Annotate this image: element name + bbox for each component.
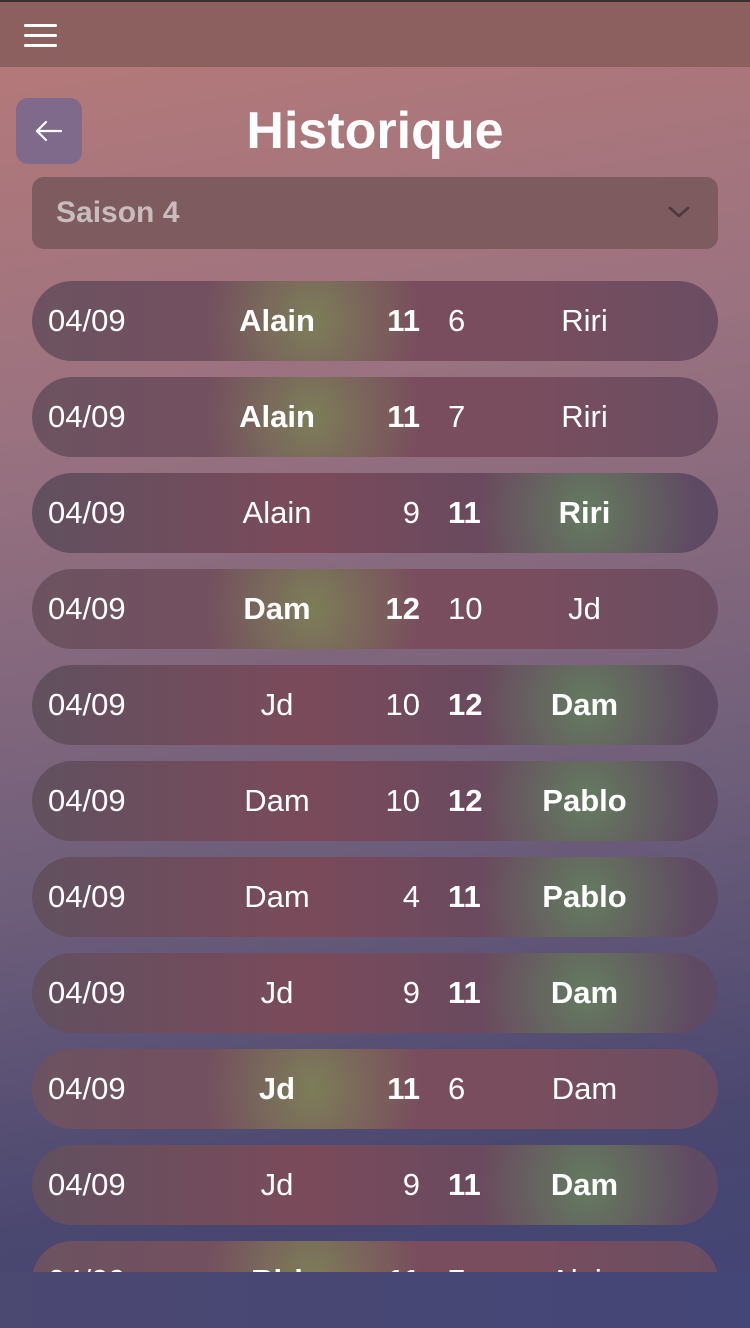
match-history-list[interactable]: 04/09 Alain 11 6 Riri 04/09 Alain 11 7 Riri 04/09 A… xyxy=(0,270,750,1272)
top-bar xyxy=(0,0,750,67)
player2-name: Riri xyxy=(561,303,608,338)
match-row[interactable]: 04/09 Jd 9 11 Dam xyxy=(32,1145,718,1225)
match-row[interactable]: 04/09Riri117Alain xyxy=(32,1241,718,1272)
match-date: 04/09 xyxy=(48,879,126,914)
player2-name: Alain xyxy=(492,1241,677,1272)
player2-name: Jd xyxy=(568,591,601,626)
page-title: Historique xyxy=(246,102,504,160)
player1-name: Dam xyxy=(244,783,310,818)
player1-name: Dam xyxy=(243,591,311,626)
player2-name: Dam xyxy=(550,975,619,1010)
player1-name: Jd xyxy=(258,1071,296,1106)
player1-score: 9 xyxy=(402,975,420,1010)
player1-score: 12 xyxy=(385,591,420,626)
player2-name: Dam xyxy=(550,687,619,722)
match-date: 04/09 xyxy=(48,1167,126,1202)
player2-name: Dam xyxy=(551,1071,618,1106)
player1-score: 9 xyxy=(402,495,420,530)
player2-name: Dam xyxy=(550,1167,619,1202)
player1-score: 10 xyxy=(385,783,420,818)
match-row[interactable]: 04/09 Jd 10 12 Dam xyxy=(32,665,718,745)
bottom-area xyxy=(0,1272,750,1328)
player1-score: 10 xyxy=(385,687,420,722)
player1-name: Alain xyxy=(239,303,315,338)
hamburger-menu-icon[interactable] xyxy=(24,22,57,48)
player2-name: Pablo xyxy=(542,783,627,818)
match-date: 04/09 xyxy=(48,1241,126,1272)
match-row[interactable]: 04/09 Alain 11 6 Riri xyxy=(32,281,718,361)
match-date: 04/09 xyxy=(48,399,126,434)
player1-name: Riri xyxy=(182,1241,372,1272)
match-row[interactable]: 04/09 Alain 11 7 Riri xyxy=(32,377,718,457)
match-date: 04/09 xyxy=(48,303,126,338)
match-date: 04/09 xyxy=(48,783,126,818)
match-row[interactable]: 04/09 Dam 12 10 Jd xyxy=(32,569,718,649)
season-select[interactable]: Saison 4 xyxy=(32,177,718,249)
player1-score: 4 xyxy=(402,879,420,914)
player2-name: Riri xyxy=(558,495,611,530)
player2-name: Riri xyxy=(561,399,608,434)
match-row[interactable]: 04/09 Dam 4 11 Pablo xyxy=(32,857,718,937)
season-select-value: Saison 4 xyxy=(56,196,180,229)
match-date: 04/09 xyxy=(48,495,126,530)
player1-name: Jd xyxy=(260,1167,294,1202)
match-date: 04/09 xyxy=(48,975,126,1010)
player2-name: Pablo xyxy=(542,879,627,914)
player1-name: Alain xyxy=(239,399,315,434)
player1-name: Dam xyxy=(244,879,310,914)
player1-score: 11 xyxy=(387,1071,420,1106)
match-date: 04/09 xyxy=(48,687,126,722)
player1-score: 9 xyxy=(402,1167,420,1202)
match-row[interactable]: 04/09 Alain 9 11 Riri xyxy=(32,473,718,553)
match-date: 04/09 xyxy=(48,1071,126,1106)
player1-name: Jd xyxy=(260,975,294,1010)
match-row[interactable]: 04/09 Jd 11 6 Dam xyxy=(32,1049,718,1129)
player1-score: 11 xyxy=(387,303,420,338)
match-row[interactable]: 04/09 Dam 10 12 Pablo xyxy=(32,761,718,841)
player1-name: Alain xyxy=(242,495,312,530)
chevron-down-icon xyxy=(668,206,690,218)
player1-name: Jd xyxy=(260,687,294,722)
player1-score: 11 xyxy=(387,399,420,434)
player1-score: 11 xyxy=(368,1241,420,1272)
match-row[interactable]: 04/09 Jd 9 11 Dam xyxy=(32,953,718,1033)
match-date: 04/09 xyxy=(48,591,126,626)
